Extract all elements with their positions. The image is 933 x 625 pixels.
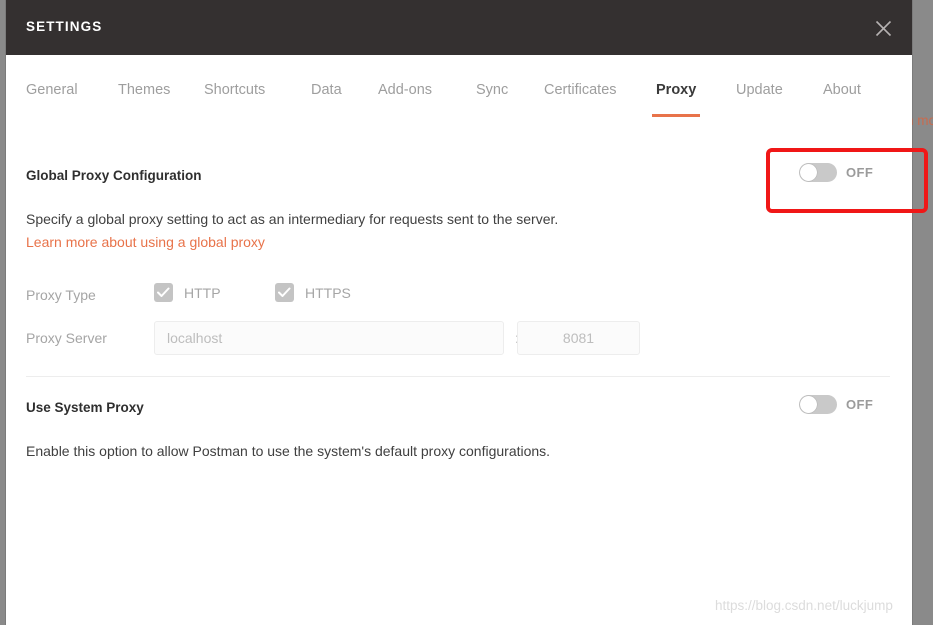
settings-content-proxy: Global Proxy Configuration OFF Specify a… xyxy=(6,118,912,625)
toggle-knob xyxy=(800,396,817,413)
system-proxy-description: Enable this option to allow Postman to u… xyxy=(26,443,551,459)
tab-sync[interactable]: Sync xyxy=(476,82,508,117)
background-app-right-strip: n mo xyxy=(912,0,933,625)
toggle-knob xyxy=(800,164,817,181)
settings-modal: SETTINGS General Themes Shortcuts Data A… xyxy=(6,0,912,625)
toggle-track xyxy=(799,395,837,414)
global-proxy-title: Global Proxy Configuration xyxy=(26,168,202,183)
system-proxy-title: Use System Proxy xyxy=(26,400,144,415)
close-icon[interactable] xyxy=(862,10,904,46)
proxy-type-https-label: HTTPS xyxy=(305,284,351,301)
proxy-type-http-checkbox[interactable]: HTTP xyxy=(154,283,221,302)
watermark-text: https://blog.csdn.net/luckjump xyxy=(715,598,893,613)
modal-titlebar: SETTINGS xyxy=(6,0,912,55)
global-proxy-toggle[interactable]: OFF xyxy=(799,163,873,182)
tab-data[interactable]: Data xyxy=(311,82,342,117)
tab-about[interactable]: About xyxy=(823,82,861,117)
tab-general[interactable]: General xyxy=(26,82,78,117)
tab-shortcuts[interactable]: Shortcuts xyxy=(204,82,265,117)
tab-update[interactable]: Update xyxy=(736,82,783,117)
section-divider xyxy=(26,376,890,377)
proxy-type-http-label: HTTP xyxy=(184,284,221,301)
tab-certificates[interactable]: Certificates xyxy=(544,82,617,117)
modal-title: SETTINGS xyxy=(26,19,103,34)
proxy-type-label: Proxy Type xyxy=(26,287,96,303)
toggle-track xyxy=(799,163,837,182)
proxy-host-input[interactable] xyxy=(154,321,504,355)
settings-tab-strip: General Themes Shortcuts Data Add-ons Sy… xyxy=(6,55,912,119)
system-proxy-toggle-label: OFF xyxy=(846,397,874,412)
system-proxy-toggle[interactable]: OFF xyxy=(799,395,873,414)
global-proxy-description: Specify a global proxy setting to act as… xyxy=(26,211,559,227)
learn-more-link[interactable]: Learn more about using a global proxy xyxy=(26,234,265,250)
proxy-server-label: Proxy Server xyxy=(26,330,107,346)
global-proxy-toggle-label: OFF xyxy=(846,165,874,180)
proxy-type-https-checkbox[interactable]: HTTPS xyxy=(275,283,351,302)
tab-proxy[interactable]: Proxy xyxy=(651,82,701,117)
tab-themes[interactable]: Themes xyxy=(118,82,170,117)
checkmark-icon xyxy=(275,283,294,302)
proxy-port-input[interactable] xyxy=(517,321,640,355)
tab-add-ons[interactable]: Add-ons xyxy=(378,82,432,117)
checkmark-icon xyxy=(154,283,173,302)
background-partial-link-text: n mo xyxy=(912,113,933,128)
